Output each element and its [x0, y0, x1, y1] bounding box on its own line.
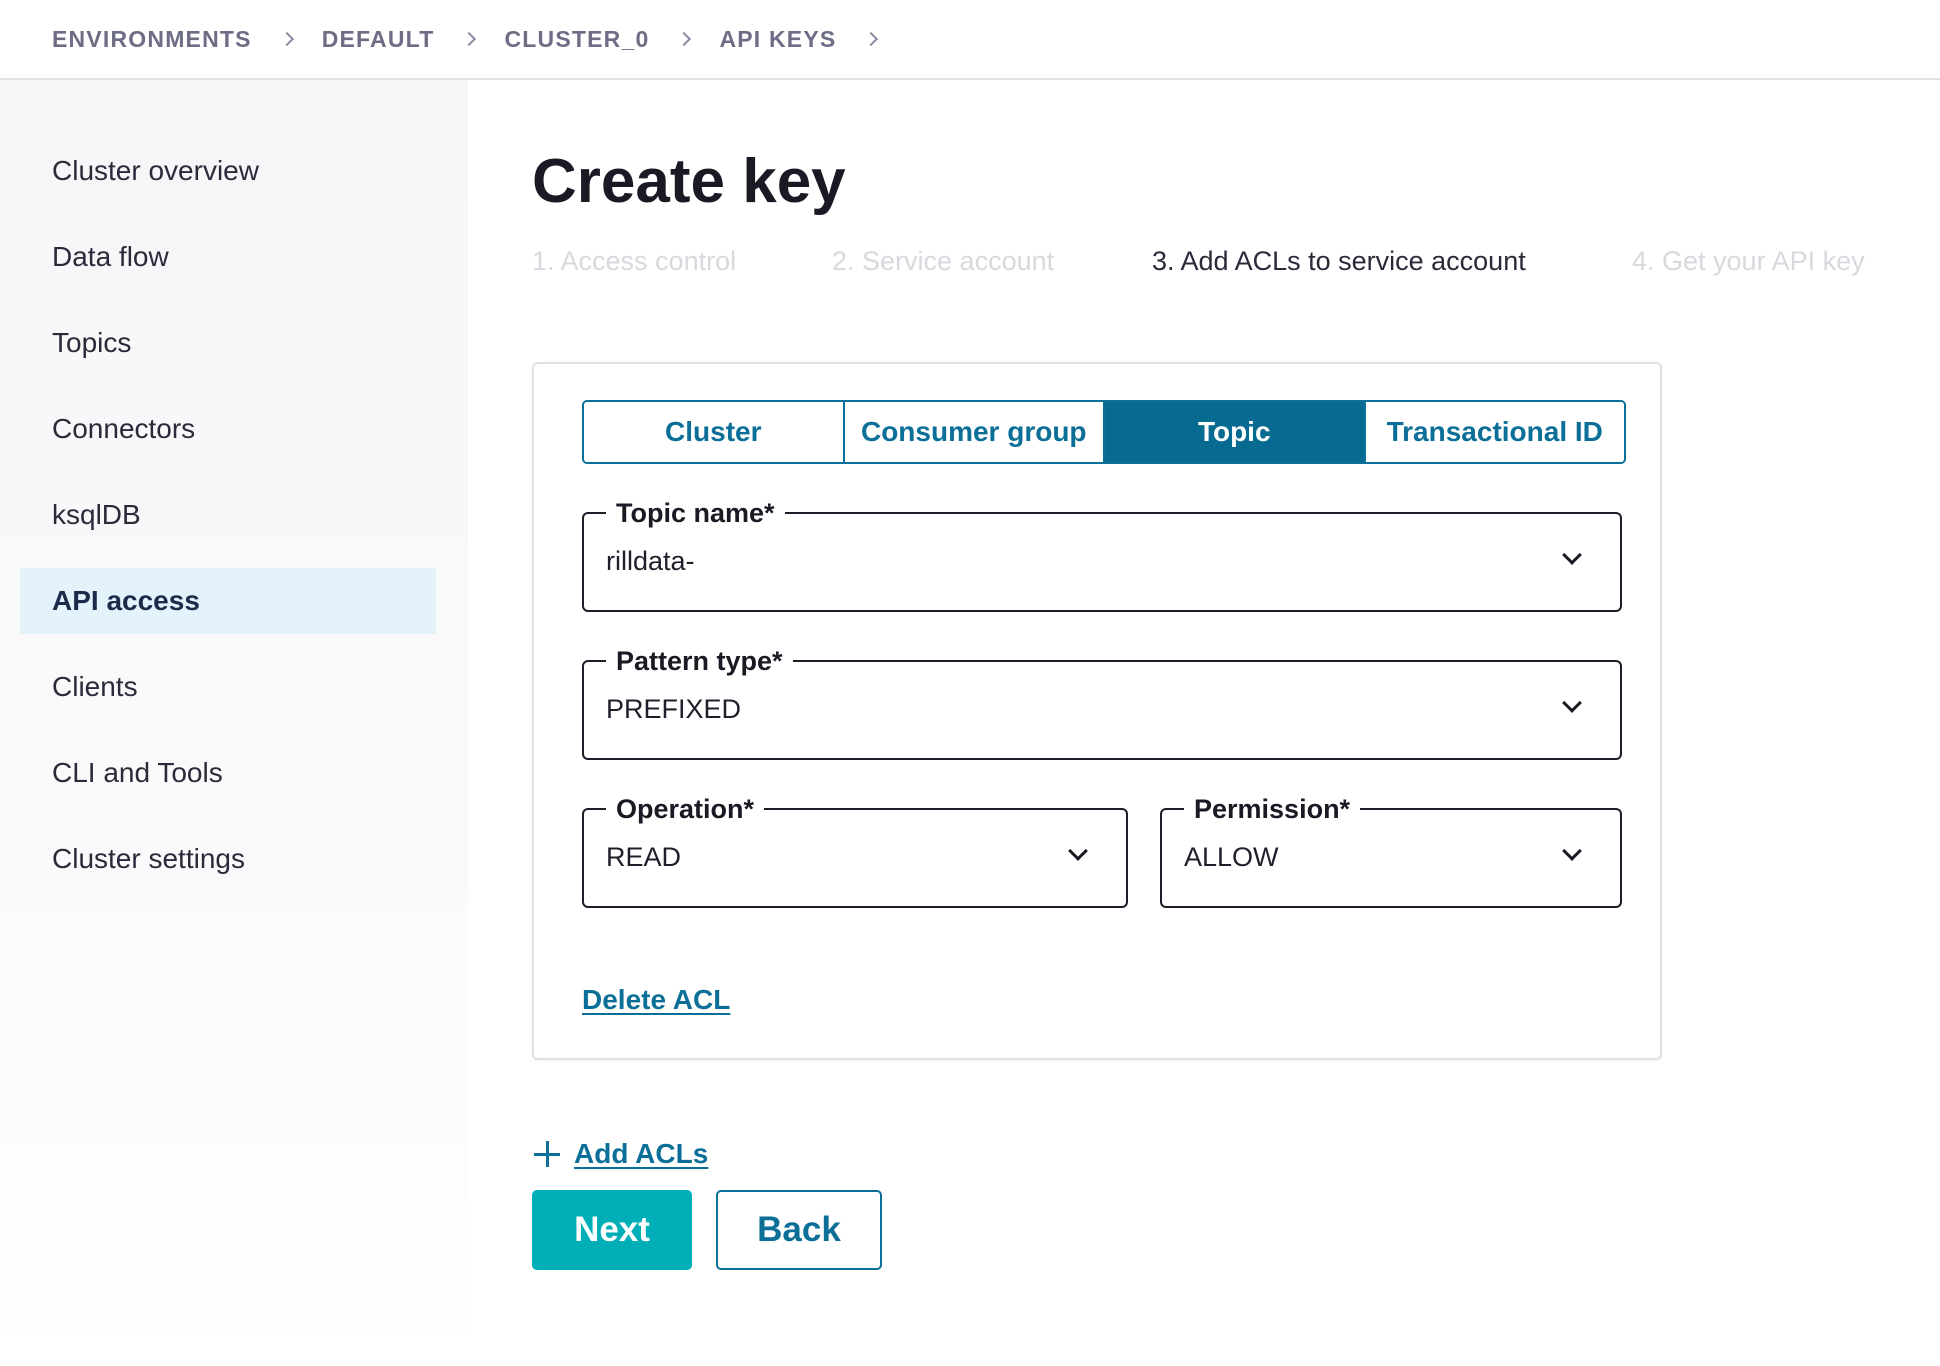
next-button[interactable]: Next [532, 1190, 692, 1270]
breadcrumb-default[interactable]: DEFAULT [322, 26, 435, 53]
chevron-down-icon [1564, 844, 1580, 860]
step-service-account: 2. Service account [832, 246, 1055, 276]
sidebar-item-cluster-settings[interactable]: Cluster settings [20, 826, 436, 892]
tab-transactional-id[interactable]: Transactional ID [1365, 402, 1624, 462]
topic-name-value: rilldata- [606, 546, 695, 576]
tab-topic[interactable]: Topic [1105, 402, 1366, 462]
add-acls-link[interactable]: Add ACLs [574, 1138, 708, 1170]
page-title: Create key [532, 147, 846, 216]
sidebar-item-connectors[interactable]: Connectors [20, 396, 436, 462]
step-add-acls: 3. Add ACLs to service account [1152, 246, 1526, 276]
resource-type-tabs: Cluster Consumer group Topic Transaction… [582, 400, 1626, 464]
step-get-api-key: 4. Get your API key [1632, 246, 1865, 276]
pattern-type-select[interactable]: Pattern type* PREFIXED [582, 644, 1622, 760]
sidebar: Cluster overview Data flow Topics Connec… [0, 80, 468, 1366]
tab-consumer-group[interactable]: Consumer group [844, 402, 1105, 462]
sidebar-item-cluster-overview[interactable]: Cluster overview [20, 138, 436, 204]
chevron-right-icon [462, 32, 476, 46]
acl-card: Cluster Consumer group Topic Transaction… [532, 362, 1662, 1060]
chevron-right-icon [677, 32, 691, 46]
permission-value: ALLOW [1184, 842, 1279, 872]
breadcrumb-api-keys[interactable]: API KEYS [719, 26, 836, 53]
operation-value: READ [606, 842, 682, 872]
sidebar-item-ksqldb[interactable]: ksqlDB [20, 482, 436, 548]
operation-select[interactable]: Operation* READ [582, 792, 1128, 908]
sidebar-item-clients[interactable]: Clients [20, 654, 436, 720]
chevron-right-icon [864, 32, 878, 46]
wizard-steps: 1. Access control 2. Service account 3. … [532, 246, 1882, 277]
permission-select[interactable]: Permission* ALLOW [1160, 792, 1622, 908]
sidebar-item-data-flow[interactable]: Data flow [20, 224, 436, 290]
tab-cluster[interactable]: Cluster [584, 402, 845, 462]
breadcrumb-cluster[interactable]: CLUSTER_0 [504, 26, 649, 53]
step-access-control: 1. Access control [532, 246, 737, 276]
chevron-down-icon [1564, 696, 1580, 712]
sidebar-item-topics[interactable]: Topics [20, 310, 436, 376]
delete-acl-link[interactable]: Delete ACL [582, 984, 730, 1016]
permission-label: Permission* [1184, 792, 1361, 826]
chevron-down-icon [1070, 844, 1086, 860]
pattern-type-label: Pattern type* [606, 644, 793, 678]
topic-name-label: Topic name* [606, 496, 785, 530]
breadcrumb: ENVIRONMENTS DEFAULT CLUSTER_0 API KEYS [0, 0, 1940, 80]
back-button[interactable]: Back [716, 1190, 882, 1270]
pattern-type-value: PREFIXED [606, 694, 742, 724]
topic-name-select[interactable]: Topic name* rilldata- [582, 496, 1622, 612]
add-acls-button[interactable]: Add ACLs [532, 1138, 708, 1170]
chevron-right-icon [280, 32, 294, 46]
operation-label: Operation* [606, 792, 765, 826]
plus-icon [532, 1139, 562, 1169]
chevron-down-icon [1564, 548, 1580, 564]
sidebar-item-cli-and-tools[interactable]: CLI and Tools [20, 740, 436, 806]
breadcrumb-environments[interactable]: ENVIRONMENTS [52, 26, 252, 53]
sidebar-item-api-access[interactable]: API access [20, 568, 436, 634]
